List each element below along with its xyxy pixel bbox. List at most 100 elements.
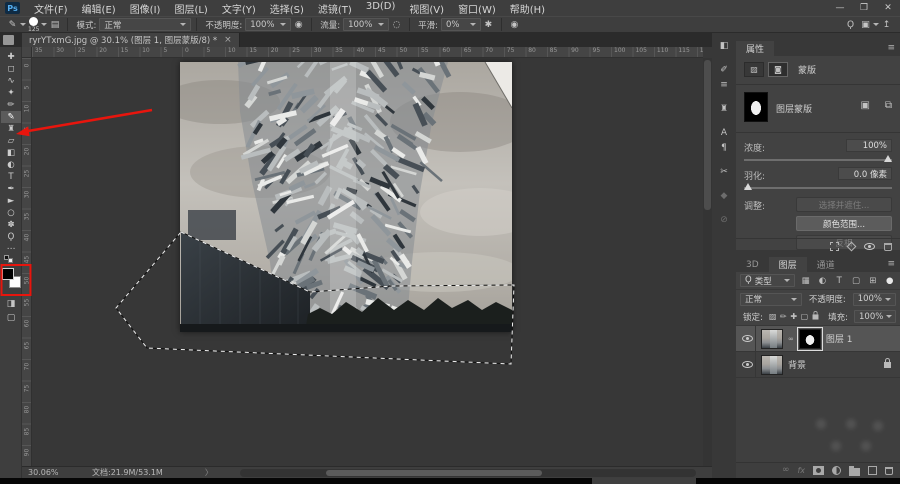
lock-artboard-icon[interactable]: ▢ (801, 312, 809, 321)
pressure-size-icon[interactable]: ◉ (507, 20, 522, 30)
lock-transparent-icon[interactable]: ▨ (769, 312, 777, 321)
horizontal-scrollbar[interactable] (240, 469, 696, 477)
tool-type-icon[interactable]: T (1, 171, 21, 183)
filter-adjustment-icon[interactable]: ◐ (816, 276, 829, 286)
fill-select[interactable]: 100% (854, 310, 896, 323)
smoothing-gear-icon[interactable]: ✱ (481, 20, 496, 30)
document-image[interactable] (180, 62, 512, 332)
load-selection-icon[interactable] (830, 242, 839, 251)
menu-item-0[interactable]: 文件(F) (27, 1, 75, 16)
workspace-icon[interactable]: ▣ (858, 20, 873, 30)
pixel-layer-icon[interactable]: ▨ (744, 62, 764, 77)
delete-mask-trash-icon[interactable] (884, 243, 892, 251)
mask-properties-icon[interactable]: ◙ (768, 62, 788, 77)
density-slider[interactable] (744, 159, 892, 161)
layer-name[interactable]: 背景 (788, 358, 806, 371)
eye-icon[interactable] (742, 361, 753, 368)
canvas-viewport[interactable] (32, 58, 703, 466)
tab-bar-button[interactable] (3, 35, 14, 45)
brush-preset-picker[interactable]: 125 (28, 17, 39, 33)
layer-name[interactable]: 图层 1 (826, 332, 853, 345)
link-layers-icon[interactable]: ∞ (782, 466, 790, 475)
layer-thumbnail[interactable] (761, 355, 783, 375)
vertical-ruler[interactable]: 051015202530354045505560657075808590 (22, 58, 32, 466)
tool-lasso-icon[interactable]: ∿ (1, 75, 21, 87)
libraries-icon[interactable]: ⊘ (715, 212, 733, 227)
ps-logo-icon[interactable]: Ps (5, 2, 20, 14)
tool-path-selection-icon[interactable]: ► (1, 195, 21, 207)
filter-smart-object-icon[interactable]: ⊞ (866, 276, 879, 286)
tool-clone-stamp-icon[interactable]: ♜ (1, 123, 21, 135)
share-icon[interactable]: ↥ (879, 20, 894, 30)
density-value-field[interactable]: 100% (846, 139, 892, 152)
layer-style-fx-icon[interactable]: fx (797, 467, 805, 475)
status-chevron-icon[interactable]: 〉 (205, 467, 213, 478)
minimize-button[interactable]: — (828, 3, 852, 13)
menu-item-10[interactable]: 帮助(H) (503, 1, 552, 16)
layer-mask-thumbnail[interactable] (744, 92, 768, 122)
layer-row-layer-1[interactable]: ∞ 图层 1 (736, 326, 900, 352)
tool-presets-icon[interactable]: ✂ (715, 164, 733, 179)
color-range-button[interactable]: 颜色范围... (796, 216, 892, 231)
opacity-select[interactable]: 100% (245, 18, 291, 31)
brush-settings-icon[interactable]: ✐ (715, 62, 733, 77)
menu-item-8[interactable]: 视图(V) (402, 1, 451, 16)
layer-thumbnail[interactable] (761, 329, 783, 349)
mask-link-icon[interactable]: ∞ (788, 335, 794, 343)
visibility-cell[interactable] (740, 352, 756, 377)
tool-shape-icon[interactable]: ○ (1, 207, 21, 219)
ruler-corner[interactable] (22, 47, 32, 58)
character-panel-icon[interactable]: A (715, 125, 733, 140)
tool-eyedropper-icon[interactable]: ✏ (1, 99, 21, 111)
mask-badge-icon[interactable]: ▣ (861, 100, 870, 111)
refine-mask-icon[interactable]: ⧉ (885, 100, 892, 111)
filter-shape-icon[interactable]: ▢ (850, 276, 863, 286)
tab-layers[interactable]: 图层 (769, 257, 807, 272)
tool-hand-icon[interactable]: ✽ (1, 219, 21, 231)
tab-close-icon[interactable]: × (224, 35, 232, 45)
flow-select[interactable]: 100% (343, 18, 389, 31)
vertical-scrollbar-thumb[interactable] (704, 60, 711, 210)
tool-zoom-icon[interactable]: Ϙ (1, 231, 21, 243)
toggle-brush-panel-icon[interactable]: ▤ (47, 20, 62, 30)
document-tab[interactable]: ryrYTxmG.jpg @ 30.1% (图层 1, 图层蒙版/8) * × (22, 33, 240, 47)
quick-mask-icon[interactable]: ◨ (0, 299, 22, 309)
tab-3d[interactable]: 3D (736, 257, 769, 272)
filter-toggle-icon[interactable]: ● (883, 276, 896, 286)
screen-mode-icon[interactable]: ▢ (0, 313, 22, 323)
tool-edit-toolbar-icon[interactable]: ⋯ (1, 243, 21, 255)
close-button[interactable]: ✕ (876, 3, 900, 13)
delete-layer-trash-icon[interactable] (885, 467, 893, 475)
foreground-color-swatch[interactable] (2, 268, 14, 280)
brush-presets-icon[interactable]: ≡ (715, 77, 733, 92)
tool-marquee-icon[interactable]: ◻ (1, 63, 21, 75)
disable-mask-eye-icon[interactable] (864, 243, 875, 250)
feather-value-field[interactable]: 0.0 像素 (838, 167, 892, 180)
menu-item-4[interactable]: 文字(Y) (215, 1, 263, 16)
tool-dodge-icon[interactable]: ◐ (1, 159, 21, 171)
eye-icon[interactable] (742, 335, 753, 342)
filter-type-icon[interactable]: T (833, 276, 846, 286)
lock-all-icon[interactable] (813, 314, 819, 319)
brush-tool-caret-icon[interactable] (20, 23, 26, 26)
tab-properties[interactable]: 属性 (736, 41, 774, 56)
menu-item-6[interactable]: 滤镜(T) (311, 1, 359, 16)
horizontal-scrollbar-thumb[interactable] (326, 470, 542, 476)
paragraph-panel-icon[interactable]: ¶ (715, 140, 733, 155)
airbrush-icon[interactable]: ◌ (389, 20, 404, 30)
color-panel-icon[interactable]: ◧ (715, 38, 733, 53)
lock-position-icon[interactable]: ✚ (790, 312, 798, 321)
tool-eraser-icon[interactable]: ▱ (1, 135, 21, 147)
layer-blend-mode-select[interactable]: 正常 (740, 293, 802, 306)
blend-mode-select[interactable]: 正常 (99, 18, 191, 31)
new-layer-icon[interactable] (868, 466, 877, 475)
layer-mask-thumbnail[interactable] (799, 329, 821, 349)
visibility-cell[interactable] (740, 326, 756, 351)
restore-button[interactable]: ❐ (852, 3, 876, 13)
tool-brush-icon[interactable]: ✎ (1, 111, 21, 123)
pressure-opacity-icon[interactable]: ◉ (291, 20, 306, 30)
select-and-mask-button[interactable]: 选择并遮住... (796, 197, 892, 212)
tool-move-icon[interactable]: ✚ (1, 51, 21, 63)
new-group-folder-icon[interactable] (849, 468, 860, 476)
adjustment-layer-icon[interactable] (832, 466, 841, 475)
